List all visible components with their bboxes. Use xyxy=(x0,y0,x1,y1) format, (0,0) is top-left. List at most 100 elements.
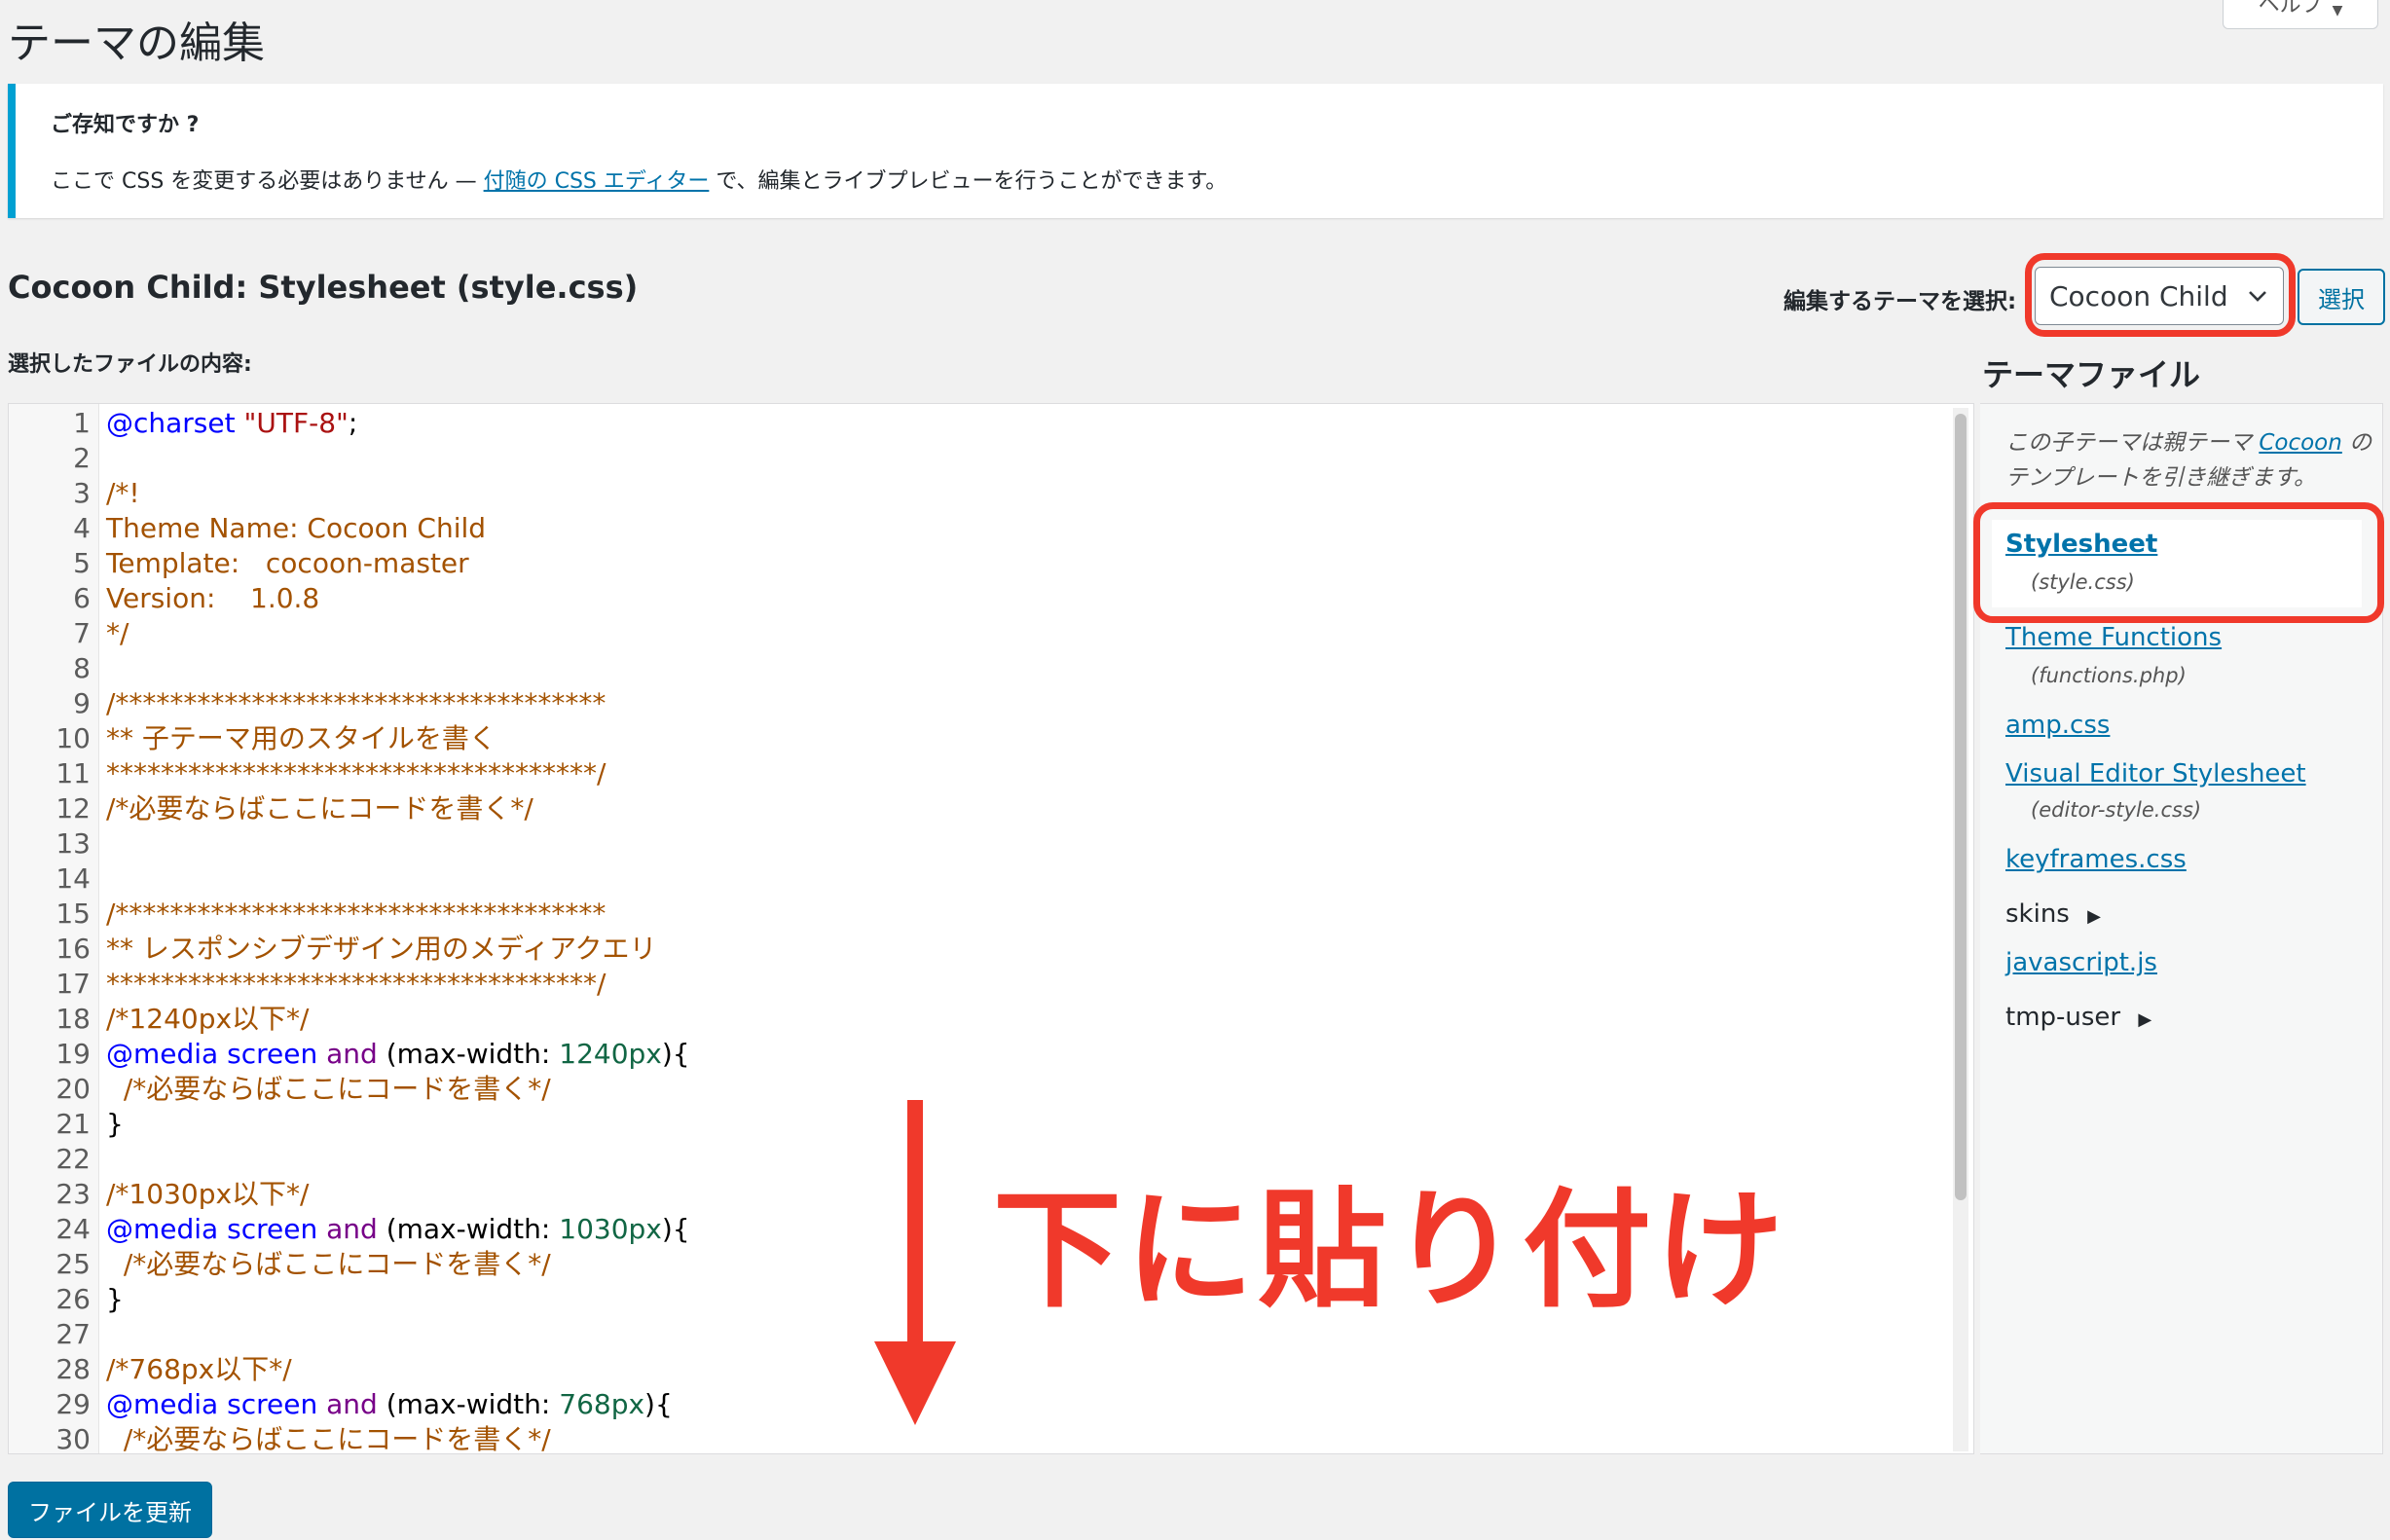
code-token: ************************************/ xyxy=(106,968,607,1000)
code-token: } xyxy=(106,1283,124,1315)
file-link-javascript-js[interactable]: javascript.js xyxy=(2005,948,2157,977)
code-text: ** レスポンシブデザイン用のメディアクエリ xyxy=(106,932,657,967)
select-theme-button[interactable]: 選択 xyxy=(2298,269,2385,325)
notice-text: ここで CSS を変更する必要はありません — 付随の CSS エディター で、… xyxy=(51,164,1227,195)
line-number: 22 xyxy=(55,1143,91,1175)
line-number: 17 xyxy=(55,968,91,1000)
code-token: /*1240px以下*/ xyxy=(106,1003,310,1035)
code-token: and xyxy=(326,1388,378,1420)
code-token: ** 子テーマ用のスタイルを書く xyxy=(106,722,496,754)
file-name-functions: (functions.php) xyxy=(2031,664,2187,687)
line-number: 7 xyxy=(73,617,91,649)
code-token: /*! xyxy=(106,477,140,509)
code-token: and xyxy=(326,1038,378,1070)
line-number: 12 xyxy=(55,792,91,825)
line-number: 14 xyxy=(55,862,91,895)
code-token: @media xyxy=(106,1213,219,1245)
code-text: /************************************ xyxy=(106,686,606,721)
parent-theme-note: この子テーマは親テーマ Cocoon のテンプレートを引き継ぎます。 xyxy=(2005,425,2375,495)
line-number: 23 xyxy=(55,1178,91,1210)
line-number: 4 xyxy=(73,512,91,544)
parent-theme-link[interactable]: Cocoon xyxy=(2259,430,2342,456)
code-text: ** 子テーマ用のスタイルを書く xyxy=(106,721,496,756)
code-text: /*必要ならばここにコードを書く*/ xyxy=(106,791,533,826)
code-text: @charset "UTF-8"; xyxy=(106,406,357,441)
annotation-text: 下に貼り付け xyxy=(993,1176,1787,1326)
line-number: 19 xyxy=(55,1038,91,1070)
page-title: テーマの編集 xyxy=(8,18,265,68)
code-text: /*必要ならばここにコードを書く*/ xyxy=(106,1247,551,1282)
folder-skins-label: skins xyxy=(2005,899,2070,929)
line-number: 5 xyxy=(73,547,91,579)
editor-scrollbar-thumb[interactable] xyxy=(1955,414,1967,1200)
code-token: Theme Name: Cocoon Child xyxy=(106,512,487,544)
editor-scrollbar[interactable] xyxy=(1953,408,1968,1451)
code-token: */ xyxy=(106,617,129,649)
code-text: @media screen and (max-width: 1240px){ xyxy=(106,1037,690,1072)
code-token: @media xyxy=(106,1388,219,1420)
css-editor-link[interactable]: 付随の CSS エディター xyxy=(484,169,710,194)
notice-text-after: で、編集とライブプレビューを行うことができます。 xyxy=(709,169,1228,194)
code-token: /*必要ならばここにコードを書く*/ xyxy=(106,792,533,825)
code-text: /************************************ xyxy=(106,897,606,932)
code-text: @media screen and (max-width: 768px){ xyxy=(106,1387,673,1422)
code-text: /*1030px以下*/ xyxy=(106,1177,309,1212)
code-text: Theme Name: Cocoon Child xyxy=(106,511,486,546)
file-link-keyframes-css[interactable]: keyframes.css xyxy=(2005,845,2187,874)
file-link-theme-functions[interactable]: Theme Functions xyxy=(2005,623,2222,652)
code-token: /*必要ならばここにコードを書く*/ xyxy=(123,1423,551,1454)
code-text: /*必要ならばここにコードを書く*/ xyxy=(106,1422,551,1454)
code-text: } xyxy=(106,1107,124,1142)
arrow-down-icon xyxy=(874,1100,956,1425)
code-token: /*必要ならばここにコードを書く*/ xyxy=(123,1073,551,1105)
code-token: ************************************/ xyxy=(106,757,607,789)
code-token: } xyxy=(106,1108,124,1140)
line-number: 16 xyxy=(55,933,91,965)
code-token: /*768px以下*/ xyxy=(106,1353,292,1385)
line-number: 9 xyxy=(73,687,91,719)
line-number: 10 xyxy=(55,722,91,754)
highlight-box-theme-select xyxy=(2025,253,2296,337)
line-number: 3 xyxy=(73,477,91,509)
code-token: /*必要ならばここにコードを書く*/ xyxy=(123,1248,551,1280)
code-token: ** レスポンシブデザイン用のメディアクエリ xyxy=(106,933,657,965)
line-number: 20 xyxy=(55,1073,91,1105)
code-text: Template: cocoon-master xyxy=(106,546,469,581)
line-number: 27 xyxy=(55,1318,91,1350)
info-notice: ご存知ですか ? ここで CSS を変更する必要はありません — 付随の CSS… xyxy=(8,84,2383,218)
code-token: and xyxy=(326,1213,378,1245)
code-token: /************************************ xyxy=(106,898,607,930)
code-text: /*! xyxy=(106,476,140,511)
code-text: */ xyxy=(106,616,129,651)
triangle-down-icon: ▼ xyxy=(2332,3,2343,18)
update-file-button[interactable]: ファイルを更新 xyxy=(8,1482,212,1538)
code-text: ************************************/ xyxy=(106,756,606,791)
code-token: screen xyxy=(227,1213,318,1245)
file-link-visual-editor-stylesheet[interactable]: Visual Editor Stylesheet xyxy=(2005,759,2306,788)
line-number: 21 xyxy=(55,1108,91,1140)
code-token: /************************************ xyxy=(106,687,607,719)
folder-tmp-user-label: tmp-user xyxy=(2005,1003,2121,1032)
line-number: 28 xyxy=(55,1353,91,1385)
line-number: 11 xyxy=(55,757,91,789)
file-name-editor-style: (editor-style.css) xyxy=(2031,798,2202,822)
line-number: 1 xyxy=(73,407,91,439)
folder-tmp-user[interactable]: tmp-user ▶ xyxy=(2005,1003,2151,1032)
triangle-right-icon: ▶ xyxy=(2087,906,2101,927)
notice-text-before: ここで CSS を変更する必要はありません — xyxy=(51,169,484,194)
line-number: 25 xyxy=(55,1248,91,1280)
code-token: ){ xyxy=(661,1213,690,1245)
folder-skins[interactable]: skins ▶ xyxy=(2005,899,2101,929)
code-token: screen xyxy=(227,1388,318,1420)
code-text: ************************************/ xyxy=(106,967,606,1002)
line-number: 8 xyxy=(73,652,91,684)
file-link-amp-css[interactable]: amp.css xyxy=(2005,711,2110,740)
file-heading: Cocoon Child: Stylesheet (style.css) xyxy=(8,269,639,306)
help-tab[interactable]: ヘルプ ▼ xyxy=(2223,0,2378,29)
code-token: (max-width: xyxy=(377,1213,560,1245)
